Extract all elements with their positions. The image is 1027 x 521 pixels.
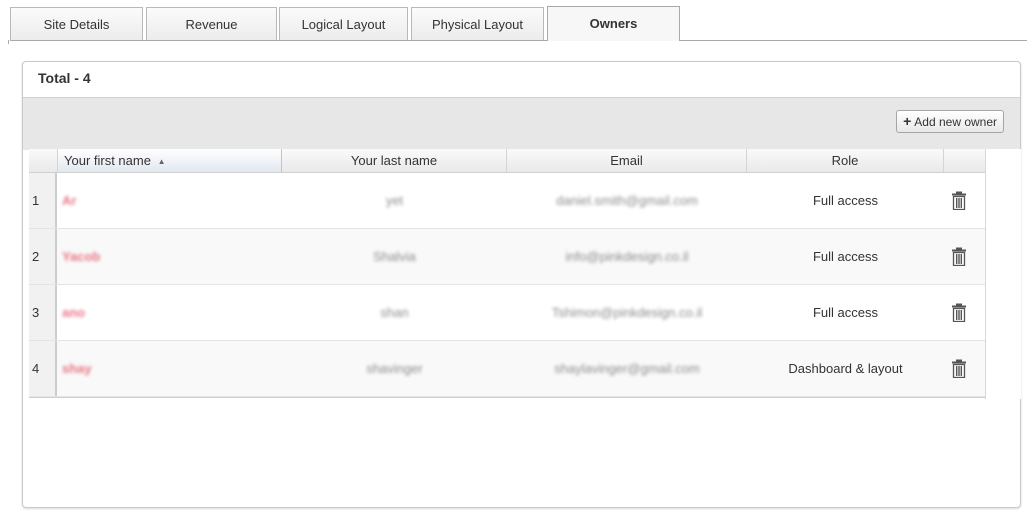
last-name-cell: Shalvia bbox=[373, 249, 416, 264]
role-cell: Full access bbox=[812, 193, 879, 208]
last-name-cell: yet bbox=[385, 193, 404, 208]
sort-ascending-icon: ▲ bbox=[157, 157, 166, 166]
owners-panel: Total - 4 + Add new owner Your first name… bbox=[22, 61, 1021, 508]
tab-site-details[interactable]: Site Details bbox=[10, 7, 143, 40]
trash-icon[interactable] bbox=[951, 191, 967, 210]
plus-icon: + bbox=[903, 113, 912, 129]
row-number: 3 bbox=[29, 285, 57, 340]
table-row[interactable]: 4 shay shavinger shaylavinger@gmail.com … bbox=[29, 341, 991, 397]
add-new-owner-label: Add new owner bbox=[914, 115, 997, 129]
first-name-cell: Ar bbox=[62, 193, 77, 208]
tab-owners[interactable]: Owners bbox=[547, 6, 680, 41]
row-number: 1 bbox=[29, 173, 57, 228]
first-name-cell: shay bbox=[62, 361, 92, 376]
row-number-header bbox=[29, 149, 58, 172]
table-row[interactable]: 3 ano shan Tshimon@pinkdesign.co.il Full… bbox=[29, 285, 991, 341]
add-new-owner-button[interactable]: + Add new owner bbox=[896, 110, 1004, 133]
grid-toolbar: + Add new owner bbox=[23, 97, 1020, 150]
first-name-cell: ano bbox=[62, 305, 86, 320]
email-cell: shaylavinger@gmail.com bbox=[554, 361, 700, 376]
email-cell: info@pinkdesign.co.il bbox=[565, 249, 689, 264]
trash-icon[interactable] bbox=[951, 247, 967, 266]
tab-revenue[interactable]: Revenue bbox=[146, 7, 277, 40]
column-header-last-name[interactable]: Your last name bbox=[282, 149, 507, 172]
trash-icon[interactable] bbox=[951, 303, 967, 322]
table-header: Your first name ▲ Your last name Email R… bbox=[29, 149, 991, 173]
role-cell: Dashboard & layout bbox=[788, 361, 903, 376]
column-header-role[interactable]: Role bbox=[747, 149, 944, 172]
role-cell: Full access bbox=[812, 249, 879, 264]
column-header-actions bbox=[944, 149, 989, 172]
row-number: 2 bbox=[29, 229, 57, 284]
table-row[interactable]: 2 Yacob Shalvia info@pinkdesign.co.il Fu… bbox=[29, 229, 991, 285]
tab-bar: Site Details Revenue Logical Layout Phys… bbox=[0, 0, 1027, 44]
trash-icon[interactable] bbox=[951, 359, 967, 378]
last-name-cell: shavinger bbox=[366, 361, 423, 376]
table-bottom-border bbox=[29, 397, 991, 398]
table-row[interactable]: 1 Ar yet daniel.smith@gmail.com Full acc… bbox=[29, 173, 991, 229]
column-header-first-name[interactable]: Your first name ▲ bbox=[58, 149, 282, 172]
tab-logical-layout[interactable]: Logical Layout bbox=[279, 7, 408, 40]
last-name-cell: shan bbox=[380, 305, 409, 320]
table-scroll-gutter bbox=[985, 149, 1021, 399]
email-cell: Tshimon@pinkdesign.co.il bbox=[551, 305, 703, 320]
owners-total: Total - 4 bbox=[38, 70, 91, 86]
email-cell: daniel.smith@gmail.com bbox=[556, 193, 698, 208]
first-name-cell: Yacob bbox=[62, 249, 101, 264]
tab-physical-layout[interactable]: Physical Layout bbox=[411, 7, 544, 40]
role-cell: Full access bbox=[812, 305, 879, 320]
row-number: 4 bbox=[29, 341, 57, 396]
column-header-email[interactable]: Email bbox=[507, 149, 747, 172]
